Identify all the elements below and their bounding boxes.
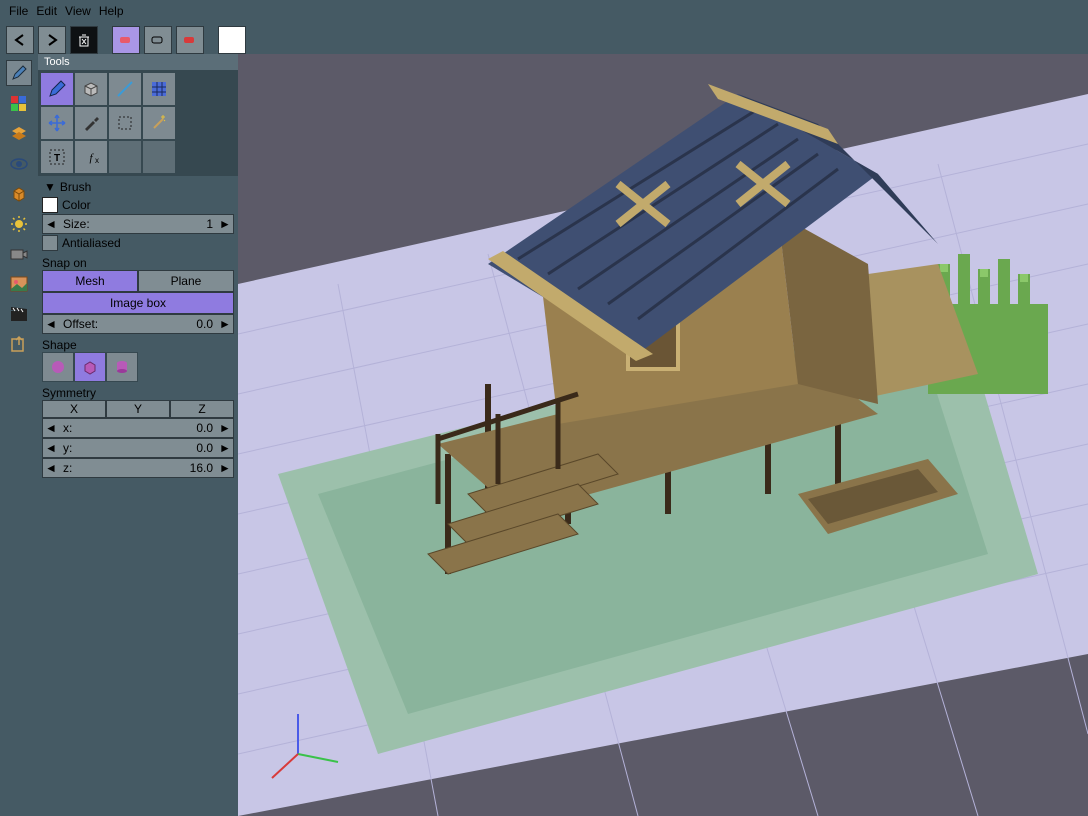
antialiased-label: Antialiased xyxy=(62,236,121,250)
cube-edit-icon[interactable] xyxy=(7,182,31,206)
snap-segment: Mesh Plane xyxy=(42,270,234,292)
tool-eyedropper[interactable] xyxy=(74,106,108,140)
sym-y-row[interactable]: ◄y:0.0► xyxy=(42,438,234,458)
offset-label: Offset: xyxy=(59,317,102,331)
color-swatch-button[interactable] xyxy=(218,26,246,54)
tool-cube[interactable] xyxy=(74,72,108,106)
tools-panel: Tools T fx ▼Brush Color ◄ Size: 1 ► An xyxy=(38,54,238,816)
offset-increase[interactable]: ► xyxy=(217,317,233,331)
palette-icon[interactable] xyxy=(7,92,31,116)
offset-slider[interactable]: ◄ Offset: 0.0 ► xyxy=(42,314,234,334)
tool-empty xyxy=(142,140,176,174)
snap-header: Snap on xyxy=(42,256,234,270)
antialiased-checkbox[interactable] xyxy=(42,235,58,251)
scene-render xyxy=(238,54,1088,816)
size-value: 1 xyxy=(94,217,217,231)
snap-imagebox[interactable]: Image box xyxy=(42,292,234,314)
sym-axis-x[interactable]: X xyxy=(42,400,106,418)
top-toolbar xyxy=(0,22,1088,58)
snap-mesh[interactable]: Mesh xyxy=(42,270,138,292)
sym-axis-z[interactable]: Z xyxy=(170,400,234,418)
tool-grid: T fx xyxy=(38,70,238,176)
tool-pencil[interactable] xyxy=(40,72,74,106)
snap-plane[interactable]: Plane xyxy=(138,270,234,292)
menu-edit[interactable]: Edit xyxy=(33,4,60,18)
tool-marquee[interactable] xyxy=(108,106,142,140)
brush-header[interactable]: ▼Brush xyxy=(42,178,234,196)
size-label: Size: xyxy=(59,217,94,231)
svg-text:x: x xyxy=(95,156,99,165)
eraser-soft-button[interactable] xyxy=(112,26,140,54)
svg-text:f: f xyxy=(89,152,94,164)
offset-decrease[interactable]: ◄ xyxy=(43,317,59,331)
color-label: Color xyxy=(62,198,91,212)
shape-sphere[interactable] xyxy=(42,352,74,382)
forward-button[interactable] xyxy=(38,26,66,54)
tool-grid[interactable] xyxy=(142,72,176,106)
clapperboard-icon[interactable] xyxy=(7,302,31,326)
tool-text[interactable]: T xyxy=(40,140,74,174)
image-icon[interactable] xyxy=(7,272,31,296)
tool-line[interactable] xyxy=(108,72,142,106)
viewport-3d[interactable] xyxy=(238,54,1088,816)
tool-wand[interactable] xyxy=(142,106,176,140)
symmetry-header: Symmetry xyxy=(42,386,234,400)
menubar: File Edit View Help xyxy=(0,0,1088,22)
tool-empty xyxy=(108,140,142,174)
menu-file[interactable]: File xyxy=(6,4,31,18)
size-increase[interactable]: ► xyxy=(217,217,233,231)
eraser-red-button[interactable] xyxy=(176,26,204,54)
size-decrease[interactable]: ◄ xyxy=(43,217,59,231)
sun-icon[interactable] xyxy=(7,212,31,236)
caret-down-icon: ▼ xyxy=(44,180,56,194)
shape-cube[interactable] xyxy=(74,352,106,382)
eraser-line-button[interactable] xyxy=(144,26,172,54)
export-icon[interactable] xyxy=(7,332,31,356)
sym-z-row[interactable]: ◄z:16.0► xyxy=(42,458,234,478)
shape-cylinder[interactable] xyxy=(106,352,138,382)
shape-header: Shape xyxy=(42,338,234,352)
sym-axis-y[interactable]: Y xyxy=(106,400,170,418)
layers-icon[interactable] xyxy=(7,122,31,146)
trash-button[interactable] xyxy=(70,26,98,54)
left-toolbar xyxy=(0,54,38,816)
size-slider[interactable]: ◄ Size: 1 ► xyxy=(42,214,234,234)
tool-move[interactable] xyxy=(40,106,74,140)
offset-value: 0.0 xyxy=(102,317,217,331)
sym-x-row[interactable]: ◄x:0.0► xyxy=(42,418,234,438)
back-button[interactable] xyxy=(6,26,34,54)
tool-fx[interactable]: fx xyxy=(74,140,108,174)
svg-text:T: T xyxy=(54,153,60,164)
camera-icon[interactable] xyxy=(7,242,31,266)
panel-title: Tools xyxy=(38,54,238,70)
eye-icon[interactable] xyxy=(7,152,31,176)
brush-color-swatch[interactable] xyxy=(42,197,58,213)
brush-icon[interactable] xyxy=(6,60,32,86)
menu-help[interactable]: Help xyxy=(96,4,127,18)
menu-view[interactable]: View xyxy=(62,4,94,18)
